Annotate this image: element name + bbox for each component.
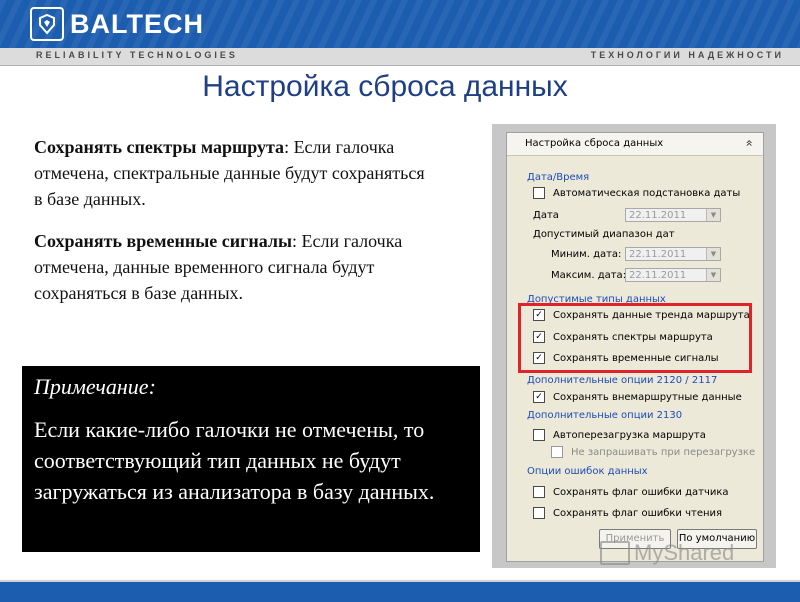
max-date-label: Максим. дата:: [551, 270, 627, 281]
group-datetime-label: Дата/Время: [527, 172, 590, 183]
sensor-error-row[interactable]: Сохранять флаг ошибки датчика: [533, 486, 729, 498]
note-title: Примечание:: [34, 374, 156, 399]
paragraph-spectra: Сохранять спектры маршрута: Если галочка…: [34, 134, 434, 212]
paragraph-spectra-term: Сохранять спектры маршрута: [34, 137, 285, 157]
auto-date-row[interactable]: Автоматическая подстановка даты: [533, 187, 740, 199]
max-date-value: 22.11.2011: [629, 270, 687, 281]
date-label: Дата: [533, 210, 559, 221]
min-date-combo[interactable]: 22.11.2011 ▼: [625, 247, 721, 261]
group-errors-label: Опции ошибок данных: [527, 466, 648, 477]
read-error-checkbox[interactable]: [533, 507, 545, 519]
note-box: Примечание: Если какие-либо галочки не о…: [22, 366, 480, 552]
presentation-icon: [600, 541, 630, 565]
read-error-label: Сохранять флаг ошибки чтения: [553, 507, 723, 519]
group-2120-label: Дополнительные опции 2120 / 2117: [527, 375, 718, 386]
auto-reload-checkbox[interactable]: [533, 429, 545, 441]
tagline-left: RELIABILITY TECHNOLOGIES: [36, 50, 238, 60]
min-date-value: 22.11.2011: [629, 249, 687, 260]
date-value: 22.11.2011: [629, 210, 687, 221]
watermark-text: MyShared: [634, 540, 735, 565]
auto-reload-row[interactable]: Автоперезагрузка маршрута: [533, 429, 706, 441]
save-offroute-label: Сохранять внемаршрутные данные: [553, 391, 742, 403]
settings-panel: Настройка сброса данных « Дата/Время Авт…: [506, 132, 764, 562]
header-banner: BALTECH: [0, 0, 800, 48]
chevron-down-icon[interactable]: ▼: [706, 248, 720, 260]
max-date-combo[interactable]: 22.11.2011 ▼: [625, 268, 721, 282]
tagline-right: ТЕХНОЛОГИИ НАДЕЖНОСТИ: [590, 50, 784, 60]
chevron-down-icon[interactable]: ▼: [706, 269, 720, 281]
paragraph-signals-term: Сохранять временные сигналы: [34, 231, 293, 251]
footer-bar: [0, 580, 800, 602]
auto-reload-label: Автоперезагрузка маршрута: [553, 429, 706, 441]
save-offroute-checkbox[interactable]: ✓: [533, 391, 545, 403]
save-offroute-row[interactable]: ✓ Сохранять внемаршрутные данные: [533, 391, 742, 403]
logo-icon: [30, 7, 64, 41]
note-body: Если какие-либо галочки не отмечены, то …: [34, 417, 435, 504]
date-combo[interactable]: 22.11.2011 ▼: [625, 208, 721, 222]
range-label: Допустимый диапазон дат: [533, 229, 675, 240]
sensor-error-checkbox[interactable]: [533, 486, 545, 498]
no-ask-label: Не запрашивать при перезагрузке: [571, 446, 756, 458]
chevron-down-icon[interactable]: ▼: [706, 209, 720, 221]
sensor-error-label: Сохранять флаг ошибки датчика: [553, 486, 729, 498]
highlight-frame: [518, 303, 752, 373]
panel-header[interactable]: Настройка сброса данных «: [507, 133, 763, 156]
read-error-row[interactable]: Сохранять флаг ошибки чтения: [533, 507, 722, 519]
brand-logo: BALTECH: [30, 6, 204, 42]
auto-date-checkbox[interactable]: [533, 187, 545, 199]
no-ask-checkbox[interactable]: [551, 446, 563, 458]
watermark: MyShared: [600, 540, 734, 566]
dialog-screenshot: Настройка сброса данных « Дата/Время Авт…: [492, 124, 776, 568]
brand-name: BALTECH: [70, 8, 204, 39]
min-date-label: Миним. дата:: [551, 249, 622, 260]
slide-title: Настройка сброса данных: [202, 70, 568, 103]
no-ask-row[interactable]: Не запрашивать при перезагрузке: [551, 446, 755, 458]
panel-title: Настройка сброса данных: [525, 138, 664, 149]
paragraph-signals: Сохранять временные сигналы: Если галочк…: [34, 228, 434, 306]
tagline-bar: RELIABILITY TECHNOLOGIES ТЕХНОЛОГИИ НАДЕ…: [0, 48, 800, 66]
group-2130-label: Дополнительные опции 2130: [527, 410, 683, 421]
auto-date-label: Автоматическая подстановка даты: [553, 187, 741, 199]
collapse-icon[interactable]: «: [742, 139, 756, 146]
